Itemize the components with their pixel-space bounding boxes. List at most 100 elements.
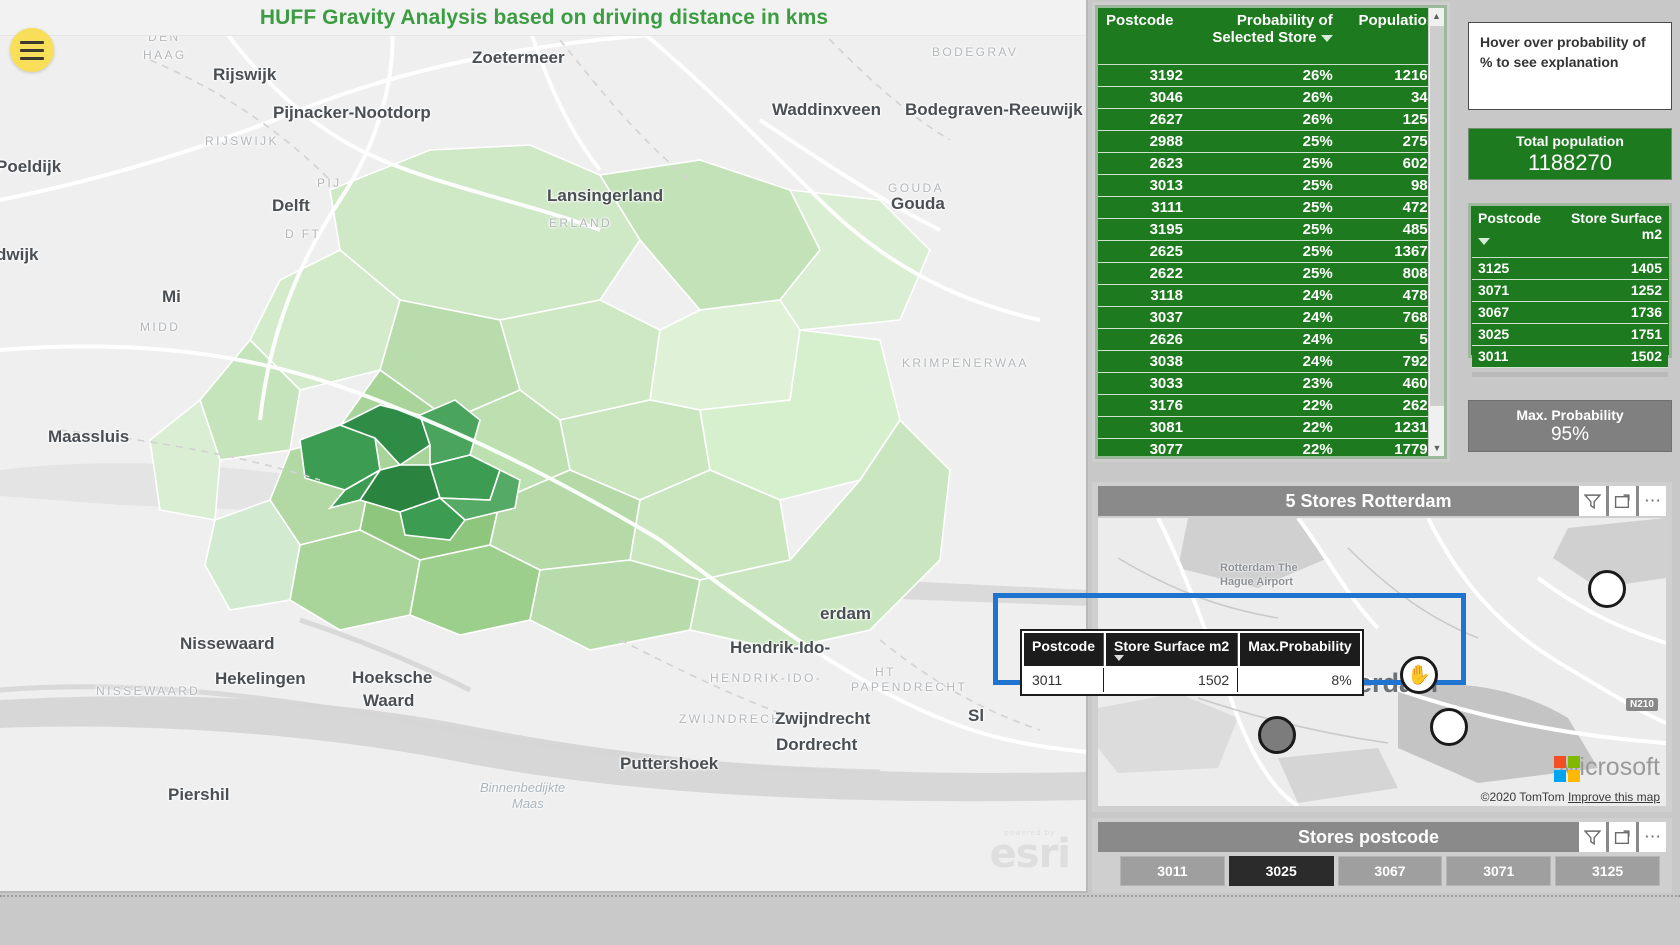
map-canvas[interactable]: DEN HAAG Rijswijk Zoetermeer BODEGRAV Pijnack… [0,0,1086,891]
table-row[interactable]: 3038 24% 7920 [1098,350,1444,373]
cell-probability: 24% [1190,284,1341,307]
hand-cursor-icon: ✋ [1400,656,1438,694]
table-row[interactable]: 2627 26% 1250 [1098,108,1444,131]
map-attribution[interactable]: ©2020 TomTom Improve this map [1481,790,1660,804]
focus-mode-icon[interactable] [1609,822,1636,852]
cell-probability: 25% [1190,152,1341,175]
slicer-header: Stores postcode ⋯ [1098,822,1666,852]
slicer-item-3011[interactable]: 3011 [1120,856,1225,886]
slicer-item-3125[interactable]: 3125 [1555,856,1660,886]
cell-probability: 25% [1190,130,1341,153]
scrollbar-thumb[interactable] [1430,26,1444,406]
powerbi-report-page: DEN HAAG Rijswijk Zoetermeer BODEGRAV Pijnack… [0,0,1680,945]
cell-postcode: 3081 [1098,416,1191,439]
table-row[interactable]: 3071 1252 [1472,279,1668,302]
table-row[interactable]: 3118 24% 4785 [1098,284,1444,307]
cell-surface: 1502 [1556,345,1668,368]
inset-map-place-label: Hague Airport [1220,576,1293,588]
table-row[interactable]: 3025 1751 [1472,323,1668,346]
cell-postcode: 3037 [1098,306,1191,329]
microsoft-logo-icon [1554,756,1580,782]
store-marker[interactable] [1430,708,1468,746]
table-row[interactable]: 3176 22% 2620 [1098,394,1444,417]
column-header-postcode[interactable]: Postcode [1098,8,1191,65]
probability-table-wrapper[interactable]: Postcode Probability of Selected Store P… [1095,5,1447,459]
cell-postcode: 2622 [1098,262,1191,285]
slicer-item-3025[interactable]: 3025 [1228,856,1334,886]
table-row[interactable]: 3067 1736 [1472,301,1668,324]
cell-probability: 26% [1190,86,1341,109]
esri-logo: powered by esri [989,829,1071,877]
tooltip-data-row: 3011 1502 8% [1024,668,1360,692]
store-surface-table-body[interactable]: 3125 1405 3071 1252 3067 1736 3025 1751 3011 1502 [1472,257,1668,368]
page-bottom-strip [0,895,1680,945]
stores-visual-header: 5 Stores Rotterdam ⋯ [1098,486,1666,516]
table-row[interactable]: 3013 25% 980 [1098,174,1444,197]
table-row[interactable]: 3125 1405 [1472,257,1668,280]
sort-descending-icon[interactable] [1320,34,1333,42]
table-row[interactable]: 2625 25% 13670 [1098,240,1444,263]
page-title: HUFF Gravity Analysis based on driving d… [0,0,1086,36]
table-row[interactable]: 3011 1502 [1472,345,1668,368]
slicer-items[interactable]: 3011 3025 3067 3071 3125 [1120,856,1660,886]
cell-postcode: 2626 [1098,328,1191,351]
more-options-icon[interactable]: ⋯ [1639,822,1666,852]
focus-mode-icon[interactable] [1609,486,1636,516]
store-surface-table[interactable]: Postcode Store Surface m2 3125 1405 3071 12… [1472,207,1668,368]
slicer-item-3067[interactable]: 3067 [1337,856,1443,886]
table-row[interactable]: 3081 22% 12310 [1098,416,1444,439]
table-row[interactable]: 3037 24% 7680 [1098,306,1444,329]
cell-probability: 22% [1190,416,1341,439]
tomtom-attribution: ©2020 TomTom [1480,790,1565,804]
cell-postcode: 3192 [1098,64,1191,87]
more-options-icon[interactable]: ⋯ [1639,486,1666,516]
esri-logo-text: esri [989,831,1071,877]
tooltip-column-store-surface: Store Surface m2 [1106,633,1239,666]
inset-map-place-label: Rotterdam The [1220,562,1298,574]
improve-this-map-link[interactable]: Improve this map [1568,790,1660,804]
cell-postcode: 3176 [1098,394,1191,417]
probability-table-scrollbar[interactable]: ▲ ▼ [1428,8,1444,456]
cell-probability: 22% [1190,438,1341,456]
scroll-up-arrow-icon[interactable]: ▲ [1429,8,1444,24]
column-header-probability[interactable]: Probability of Selected Store [1190,8,1341,65]
column-header-postcode[interactable]: Postcode [1472,207,1556,258]
table-row[interactable]: 3033 23% 4605 [1098,372,1444,395]
table-header-row: Postcode Store Surface m2 [1472,207,1668,258]
table-row[interactable]: 3077 22% 17790 [1098,438,1444,456]
table-row[interactable]: 3195 25% 4850 [1098,218,1444,241]
visual-header-icons[interactable]: ⋯ [1579,822,1666,852]
slicer-item-3071[interactable]: 3071 [1446,856,1552,886]
probability-table-visual[interactable]: Postcode Probability of Selected Store P… [1092,2,1450,462]
cell-postcode: 3011 [1472,345,1556,368]
store-surface-table-visual[interactable]: Postcode Store Surface m2 3125 1405 3071 12… [1468,203,1672,368]
probability-table-body[interactable]: 3192 26% 12160 3046 26% 345 2627 26% 1250 2988 25%… [1098,64,1444,456]
filter-icon[interactable] [1579,486,1606,516]
sort-descending-icon[interactable] [1478,238,1490,245]
huff-gravity-map-visual[interactable]: DEN HAAG Rijswijk Zoetermeer BODEGRAV Pijnack… [0,0,1088,893]
cell-probability: 24% [1190,328,1341,351]
filter-icon[interactable] [1579,822,1606,852]
stores-postcode-slicer-visual[interactable]: Stores postcode ⋯ 3011 3025 3067 3071 3125 [1092,818,1672,893]
cell-postcode: 2625 [1098,240,1191,263]
table-row[interactable]: 2988 25% 2750 [1098,130,1444,153]
store-marker-selected[interactable] [1258,716,1296,754]
total-population-label: Total population [1516,132,1624,149]
cell-probability: 24% [1190,306,1341,329]
column-header-store-surface[interactable]: Store Surface m2 [1556,207,1668,258]
table-row[interactable]: 3111 25% 4720 [1098,196,1444,219]
tooltip-header-row: Postcode Store Surface m2 Max.Probabilit… [1024,633,1360,666]
table-row[interactable]: 3192 26% 12160 [1098,64,1444,87]
hamburger-icon[interactable] [10,28,54,72]
cell-postcode: 3038 [1098,350,1191,373]
table-row[interactable]: 2623 25% 6020 [1098,152,1444,175]
scroll-down-arrow-icon[interactable]: ▼ [1429,440,1444,456]
table-row[interactable]: 2622 25% 8085 [1098,262,1444,285]
table-row[interactable]: 3046 26% 345 [1098,86,1444,109]
table-row[interactable]: 262624%55 [1098,328,1444,351]
store-marker[interactable] [1588,570,1626,608]
probability-table[interactable]: Postcode Probability of Selected Store P… [1098,8,1444,456]
visual-header-icons[interactable]: ⋯ [1579,486,1666,516]
cell-postcode: 3077 [1098,438,1191,456]
cell-probability: 25% [1190,262,1341,285]
